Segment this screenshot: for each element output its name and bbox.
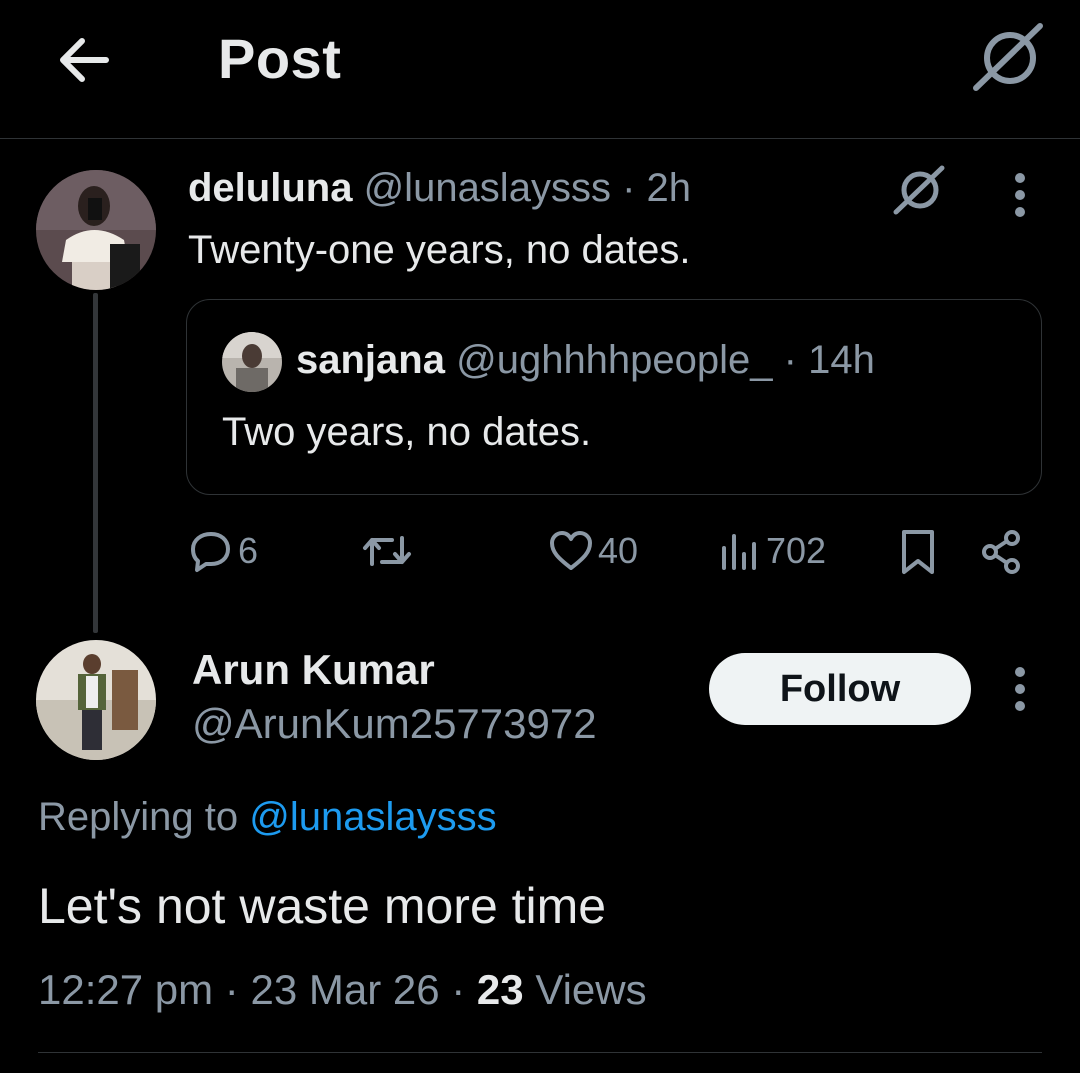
reply-button[interactable]: 6 bbox=[188, 528, 258, 574]
reply-more-button[interactable] bbox=[1005, 662, 1035, 716]
arrow-left-icon bbox=[60, 38, 109, 82]
avatar-sanjana bbox=[222, 332, 282, 392]
separator: · bbox=[451, 966, 466, 1013]
heart-icon bbox=[550, 531, 592, 570]
grok-icon bbox=[893, 165, 945, 215]
post-timestamp-line: 12:27 pm · 23 Mar 26 · 23 Views bbox=[38, 966, 647, 1014]
like-count: 40 bbox=[598, 530, 639, 571]
post-more-button[interactable] bbox=[1005, 168, 1035, 222]
more-vertical-icon bbox=[1015, 667, 1025, 711]
views-count[interactable]: 23 bbox=[477, 966, 524, 1013]
post-time: · 2h bbox=[622, 166, 692, 210]
quoted-post-text: Two years, no dates. bbox=[222, 410, 592, 454]
quoted-handle: @ughhhhpeople_ bbox=[456, 338, 773, 382]
bookmark-icon bbox=[902, 530, 934, 574]
replying-to-prefix: Replying to bbox=[38, 795, 239, 839]
reply-post-text: Let's not waste more time bbox=[38, 878, 607, 934]
views-label[interactable]: Views bbox=[535, 966, 646, 1013]
replying-to-line: Replying to @lunaslaysss bbox=[38, 795, 497, 840]
replying-to-link[interactable]: @lunaslaysss bbox=[249, 795, 496, 839]
divider bbox=[38, 1052, 1042, 1053]
bookmark-button[interactable] bbox=[898, 528, 938, 576]
back-button[interactable] bbox=[52, 28, 116, 92]
share-icon bbox=[982, 530, 1020, 574]
more-vertical-icon bbox=[1015, 173, 1025, 217]
quoted-display-name: sanjana bbox=[296, 338, 445, 382]
grok-button[interactable] bbox=[968, 22, 1048, 94]
avatar-arun-kumar[interactable] bbox=[36, 640, 156, 760]
repost-button[interactable] bbox=[360, 528, 418, 574]
repost-icon bbox=[363, 536, 411, 566]
analytics-icon bbox=[722, 534, 756, 570]
views-count: 702 bbox=[766, 530, 827, 571]
reply-count: 6 bbox=[238, 530, 259, 571]
post-time[interactable]: 12:27 pm bbox=[38, 966, 213, 1013]
share-button[interactable] bbox=[978, 528, 1024, 576]
thread-line bbox=[93, 293, 98, 633]
handle[interactable]: @lunaslaysss bbox=[364, 166, 611, 210]
display-name[interactable]: deluluna bbox=[188, 166, 352, 210]
avatar-deluluna[interactable] bbox=[36, 170, 156, 290]
reply-display-name[interactable]: Arun Kumar bbox=[192, 646, 435, 694]
page-title: Post bbox=[218, 27, 342, 90]
top-bar bbox=[0, 0, 1080, 139]
quoted-post-card[interactable] bbox=[186, 299, 1042, 495]
quoted-author-line: sanjana @ughhhhpeople_ · 14h bbox=[296, 338, 875, 383]
separator: · bbox=[224, 966, 239, 1013]
grok-explain-button[interactable] bbox=[890, 164, 948, 216]
reply-handle[interactable]: @ArunKum25773972 bbox=[192, 700, 597, 748]
post-date[interactable]: 23 Mar 26 bbox=[250, 966, 439, 1013]
views-button[interactable]: 702 bbox=[718, 528, 826, 574]
post-author-line: deluluna @lunaslaysss · 2h bbox=[188, 166, 691, 211]
like-button[interactable]: 40 bbox=[548, 528, 638, 574]
follow-button[interactable]: Follow bbox=[709, 653, 971, 725]
quoted-time: · 14h bbox=[783, 338, 875, 382]
comment-icon bbox=[191, 532, 230, 572]
post-text: Twenty-one years, no dates. bbox=[188, 228, 691, 272]
grok-icon bbox=[973, 23, 1043, 91]
